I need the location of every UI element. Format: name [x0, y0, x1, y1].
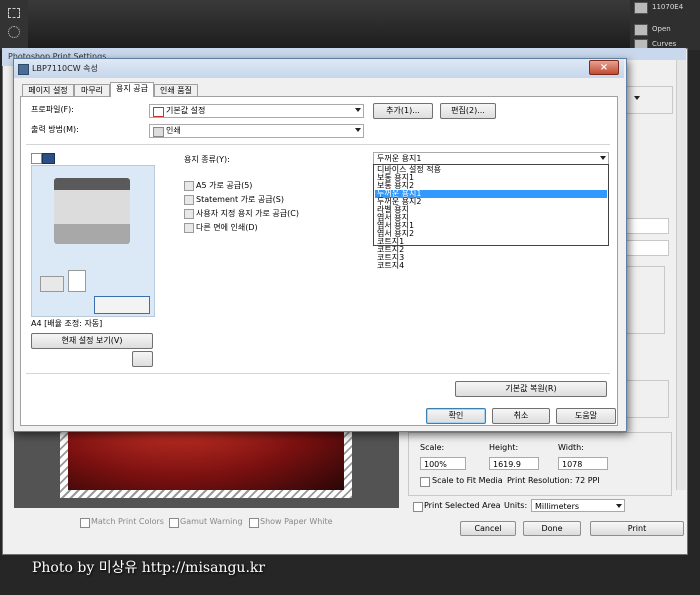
dropdown-option[interactable]: 두꺼운 용지2 [375, 198, 607, 206]
profile-label: 프로파일(F): [31, 105, 74, 114]
profile-icon [153, 107, 164, 117]
output-method-select[interactable]: 인쇄 [149, 124, 364, 138]
chevron-down-icon [355, 128, 361, 132]
edit-profile-button[interactable]: 편집(2)... [440, 103, 496, 119]
print-other-side-label: 다른 면에 인쇄(D) [196, 223, 258, 232]
a5-landscape-checkbox[interactable] [184, 181, 194, 191]
restore-defaults-button[interactable]: 기본값 복원(R) [455, 381, 607, 397]
preview-mode-icon[interactable] [31, 153, 42, 164]
photoshop-canvas-strip [0, 0, 700, 50]
height-label: Height: [489, 443, 519, 452]
statement-landscape-checkbox[interactable] [184, 195, 194, 205]
view-settings-button[interactable]: 현재 설정 보기(V) [31, 333, 153, 349]
settings-frame [625, 86, 673, 114]
page-order-icon [68, 270, 86, 292]
layer-label: Curves [652, 40, 677, 48]
scale-input[interactable]: 100% [420, 457, 466, 470]
print-icon [153, 127, 164, 137]
ok-button[interactable]: 확인 [426, 408, 486, 424]
dropdown-option[interactable]: 엽서 용지2 [375, 230, 607, 238]
help-button[interactable]: 도움말 [556, 408, 616, 424]
custom-landscape-checkbox[interactable] [184, 209, 194, 219]
tab-page-setup[interactable]: 페이지 설정 [22, 84, 74, 96]
cancel-button[interactable]: Cancel [460, 521, 516, 536]
dropdown-option[interactable]: 라벨 용지 [375, 206, 607, 214]
printer-preview [31, 165, 155, 317]
scale-to-fit-label: Scale to Fit Media [432, 476, 503, 485]
custom-landscape-label: 사용자 지정 용지 가로 공급(C) [196, 209, 299, 218]
settings-frame [625, 380, 669, 418]
settings-dropdown[interactable] [625, 240, 669, 256]
show-paper-white-checkbox[interactable] [249, 518, 259, 528]
output-options-icon[interactable] [94, 296, 150, 314]
dialog-title: LBP7110CW 속성 [14, 59, 624, 78]
output-method-value: 인쇄 [166, 126, 181, 135]
settings-frame [625, 266, 665, 334]
tab-paper-source[interactable]: 용지 공급 [110, 82, 154, 97]
dropdown-option[interactable]: 코트지1 [375, 238, 607, 246]
paper-type-label: 용지 종류(Y): [184, 155, 230, 164]
settings-dropdown[interactable] [625, 218, 669, 234]
scale-label: Scale: [420, 443, 445, 452]
layer-row[interactable]: Open [630, 22, 700, 36]
print-button[interactable]: Print [590, 521, 684, 536]
add-profile-button[interactable]: 추가(1)... [373, 103, 433, 119]
profile-value: 기본값 설정 [166, 106, 206, 115]
gamut-warning-checkbox[interactable] [169, 518, 179, 528]
printer-icon [18, 64, 29, 75]
profile-select[interactable]: 기본값 설정 [149, 104, 364, 118]
dropdown-option[interactable]: 코트지2 [375, 246, 607, 254]
chevron-down-icon[interactable] [634, 96, 640, 100]
print-resolution-text: Print Resolution: 72 PPI [507, 476, 600, 485]
statement-landscape-label: Statement 가로 공급(S) [196, 195, 284, 204]
photoshop-toolbar [0, 0, 28, 50]
chevron-down-icon [600, 156, 606, 160]
tab-print-quality[interactable]: 인쇄 품질 [154, 84, 198, 96]
printer-image [54, 178, 130, 244]
scale-to-fit-checkbox[interactable] [420, 477, 430, 487]
units-label: Units: [504, 501, 528, 510]
preview-printer-icon[interactable] [42, 153, 55, 164]
print-settings-scrollbar[interactable] [676, 60, 686, 490]
dropdown-option[interactable]: 코트지4 [375, 262, 607, 270]
photo-watermark: Photo by 미상유 http://misangu.kr [32, 560, 266, 576]
paper-size-caption: A4 [배율 조정: 자동] [31, 319, 103, 328]
layer-label: Open [652, 25, 671, 33]
dropdown-option[interactable]: 코트지3 [375, 254, 607, 262]
units-select[interactable]: Millimeters [531, 499, 625, 512]
paper-type-value: 두꺼운 용지1 [377, 154, 422, 163]
info-icon[interactable] [132, 351, 153, 367]
gamut-warning-label: Gamut Warning [180, 517, 243, 526]
close-button[interactable]: × [589, 60, 619, 75]
cancel-button[interactable]: 취소 [492, 408, 550, 424]
divider [26, 144, 610, 145]
layer-thumbnail [634, 24, 648, 36]
output-method-label: 출력 방법(M): [31, 125, 79, 134]
paper-stack-icon [40, 276, 64, 292]
lasso-tool-icon[interactable] [8, 26, 20, 38]
tab-finishing[interactable]: 마무리 [74, 84, 110, 96]
layers-panel: 11070E4 Open Curves [630, 0, 700, 51]
print-selected-area-label: Print Selected Area [424, 501, 501, 510]
height-input[interactable]: 1619.9 [489, 457, 539, 470]
chevron-down-icon [355, 108, 361, 112]
print-other-side-checkbox[interactable] [184, 223, 194, 233]
layer-thumbnail [634, 2, 648, 14]
marquee-tool-icon[interactable] [8, 8, 20, 18]
match-print-colors-label: Match Print Colors [91, 517, 164, 526]
paper-type-dropdown-list[interactable]: 디바이스 설정 적용 보통 용지1 보통 용지2 두꺼운 용지1 두꺼운 용지2 라벨 용… [373, 164, 609, 270]
width-label: Width: [558, 443, 584, 452]
show-paper-white-label: Show Paper White [260, 517, 333, 526]
layer-row[interactable]: 11070E4 [630, 0, 700, 14]
divider [26, 373, 610, 374]
print-selected-area-checkbox[interactable] [413, 502, 423, 512]
done-button[interactable]: Done [523, 521, 581, 536]
layer-label: 11070E4 [652, 3, 684, 11]
chevron-down-icon[interactable] [616, 504, 622, 508]
a5-landscape-label: A5 가로 공급(5) [196, 181, 253, 190]
match-print-colors-checkbox[interactable] [80, 518, 90, 528]
width-input[interactable]: 1078 [558, 457, 608, 470]
